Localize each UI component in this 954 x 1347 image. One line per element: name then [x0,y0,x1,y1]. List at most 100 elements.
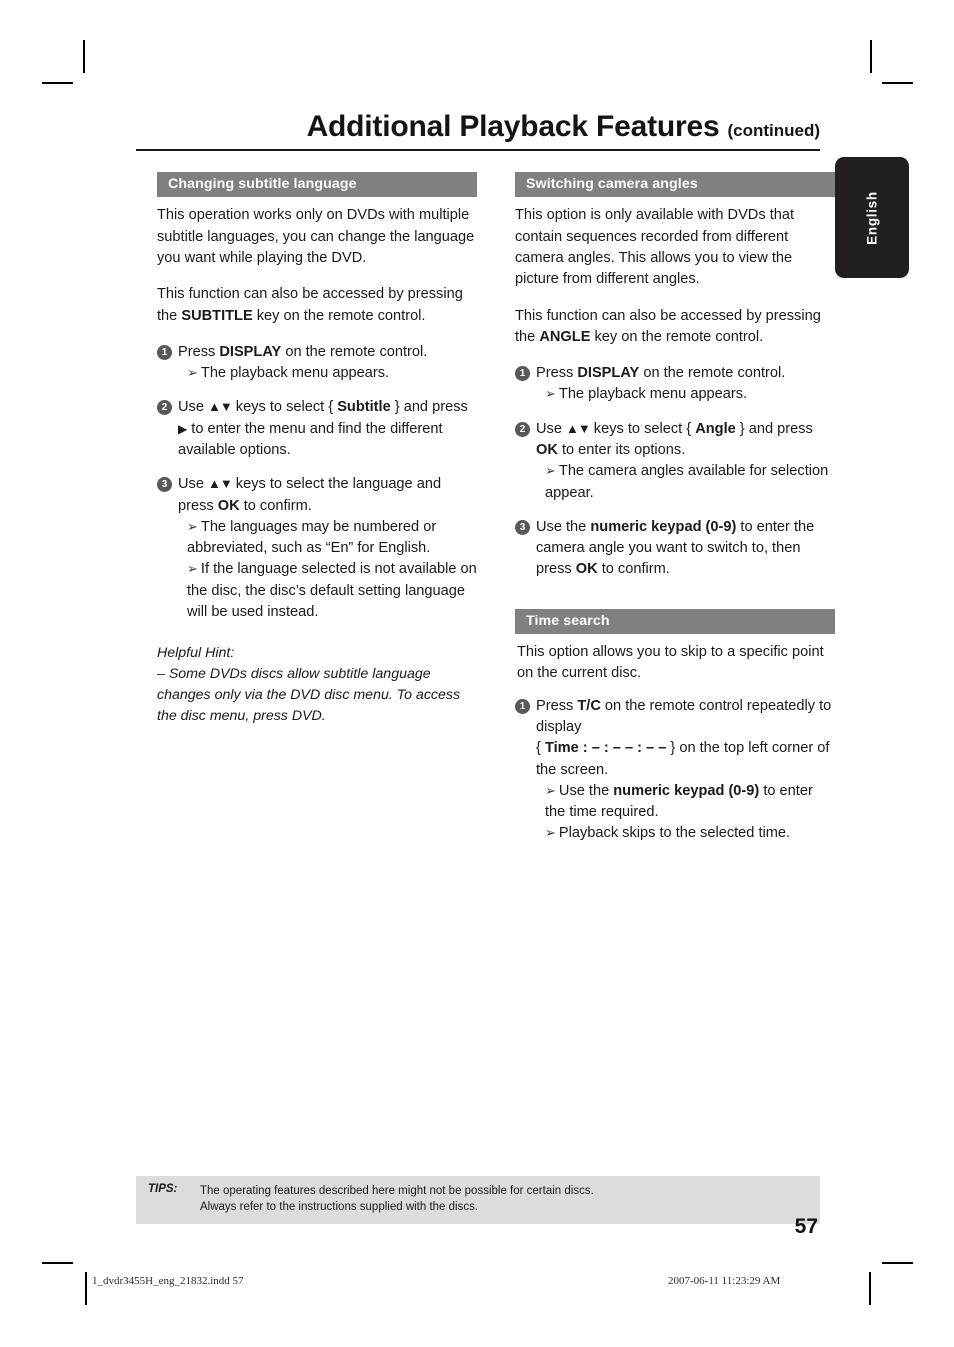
step-number-badge: 3 [515,519,530,535]
right-column: Switching camera angles This option is o… [515,172,835,858]
left-column: Changing subtitle language This operatio… [157,172,477,726]
step-item: 1 Press T/C on the remote control repeat… [515,696,835,845]
language-tab: English [835,157,909,278]
time-brace-open: { [536,740,545,757]
footer-filename: 1_dvdr3455H_eng_21832.indd 57 [92,1275,244,1287]
footer-timestamp: 2007-06-11 11:23:29 AM [668,1275,781,1287]
step-item: 1 Press DISPLAY on the remote control. ➢… [515,363,835,406]
step-item: 2 Use ▲▼ keys to select { Angle } and pr… [515,419,835,504]
section-heading-switching-camera-angles: Switching camera angles [515,172,835,198]
helpful-hint-text: – Some DVDs discs allow subtitle languag… [157,666,461,724]
crop-mark-bottom-right-horizontal [882,1262,913,1264]
helpful-hint-block: Helpful Hint: – Some DVDs discs allow su… [157,643,477,726]
step-option-label: Angle [695,420,736,437]
step-number-badge: 1 [515,698,530,714]
step-text-post: on the remote control. [639,365,786,382]
language-tab-label: English [864,190,880,245]
step-result: ➢ The camera angles available for selecti… [536,461,835,504]
time-value-label: Time : – : – – : – – [544,740,667,757]
arrow-icon: ➢ [187,365,198,381]
step-text-post: to confirm. [239,497,312,514]
crop-mark-bottom-left-horizontal [42,1262,73,1264]
step-result: ➢ Use the numeric keypad (0-9) to enter t… [536,781,835,824]
step-option-label: OK [217,497,240,514]
subtitle-intro-paragraph: This operation works only on DVDs with m… [157,207,475,266]
numeric-keypad-label: numeric keypad (0-9) [590,518,737,535]
step-text-mid2: } and press [735,420,813,437]
step-text-post: to enter its options. [557,442,686,458]
up-down-arrow-keys-icon: ▲▼ [208,399,233,415]
time-search-steps-list: 1 Press T/C on the remote control repeat… [515,696,835,845]
step-number-badge: 2 [515,421,530,437]
step-result-text: The playback menu appears. [200,365,390,382]
numeric-keypad-label: numeric keypad (0-9) [613,782,760,799]
step-result: ➢ The playback menu appears. [178,363,477,384]
angles-shortcut-post: key on the remote control. [590,328,764,345]
page-number: 57 [794,1215,818,1238]
angles-shortcut-paragraph: This function can also be accessed by pr… [515,306,835,349]
step-text-pre: Press [178,343,220,360]
arrow-icon: ➢ [545,782,556,798]
step-text-post: to confirm. [597,561,670,578]
helpful-hint-title: Helpful Hint: [157,645,235,662]
angles-intro-paragraph: This option is only available with DVDs … [515,207,795,288]
step-result-text: The languages may be numbered or abbrevi… [187,518,437,557]
subtitle-shortcut-post: key on the remote control. [252,307,426,324]
page-header: Additional Playback Features (continued) [136,112,820,151]
step-result-text: Playback skips to the selected time. [558,825,791,842]
arrow-icon: ➢ [545,386,556,402]
step-result-text: The playback menu appears. [558,386,748,403]
tips-line-2: Always refer to the instructions supplie… [200,1201,479,1214]
step-text-pre: Use [178,399,209,416]
arrow-icon: ➢ [545,825,556,841]
step-text-pre: Use the [536,518,591,535]
step-text-pre: Use [178,476,209,493]
step-text-mid: keys to select { [589,420,696,437]
step-text-pre: Press [536,697,578,714]
step-result-pre: Use the [558,782,614,799]
step-option-label-2: OK [536,442,558,458]
up-down-arrow-keys-icon: ▲▼ [208,476,233,492]
step-text-pre: Press [536,365,578,382]
step-result-text: If the language selected is not availabl… [187,561,477,621]
step-number-badge: 2 [157,400,172,416]
arrow-icon: ➢ [187,518,198,534]
time-brace-close: } [666,740,676,757]
crop-mark-bottom-left-vertical [85,1272,87,1305]
page-title: Additional Playback Features (continued) [136,112,820,149]
step-option-label: OK [575,561,598,578]
step-option-label: Subtitle [337,399,391,416]
crop-mark-top-right-horizontal [882,82,913,84]
crop-mark-top-right-vertical [870,40,872,73]
subtitle-steps-list: 1 Press DISPLAY on the remote control. ➢… [157,342,477,624]
step-item: 1 Press DISPLAY on the remote control. ➢… [157,342,477,385]
step-text-mid2: } and press [390,399,468,416]
page-title-continued: (continued) [727,121,820,140]
subtitle-shortcut-paragraph: This function can also be accessed by pr… [157,284,477,327]
angles-steps-list: 1 Press DISPLAY on the remote control. ➢… [515,363,835,581]
step-result: ➢ The playback menu appears. [536,384,835,405]
step-result: ➢ If the language selected is not availab… [178,559,477,623]
title-divider [136,149,820,151]
step-item: 3 Use the numeric keypad (0-9) to enter … [515,517,835,581]
step-result: ➢ Playback skips to the selected time. [536,823,835,844]
tips-label: TIPS: [148,1183,178,1195]
step-number-badge: 1 [157,344,172,360]
section-heading-time-search: Time search [515,608,835,635]
crop-mark-top-left-vertical [83,40,85,73]
subtitle-key-label: SUBTITLE [181,307,253,324]
time-search-intro-paragraph: This option allows you to skip to a spec… [517,644,824,682]
step-text-mid: keys to select { [231,399,338,416]
step-item: 3 Use ▲▼ keys to select the language and… [157,474,477,623]
step-key-label: DISPLAY [577,365,640,382]
document-page: Additional Playback Features (continued) … [0,0,954,1347]
up-down-arrow-keys-icon: ▲▼ [566,420,591,436]
section-heading-changing-subtitle-language: Changing subtitle language [157,172,477,198]
step-number-badge: 1 [515,366,530,382]
crop-mark-top-left-horizontal [42,82,73,84]
angle-key-label: ANGLE [539,328,591,345]
step-text-pre: Use [536,420,567,437]
right-arrow-key-icon: ▶ [178,421,188,436]
step-text-post: to enter the menu and find the different… [178,420,443,458]
page-title-text: Additional Playback Features [306,110,720,143]
